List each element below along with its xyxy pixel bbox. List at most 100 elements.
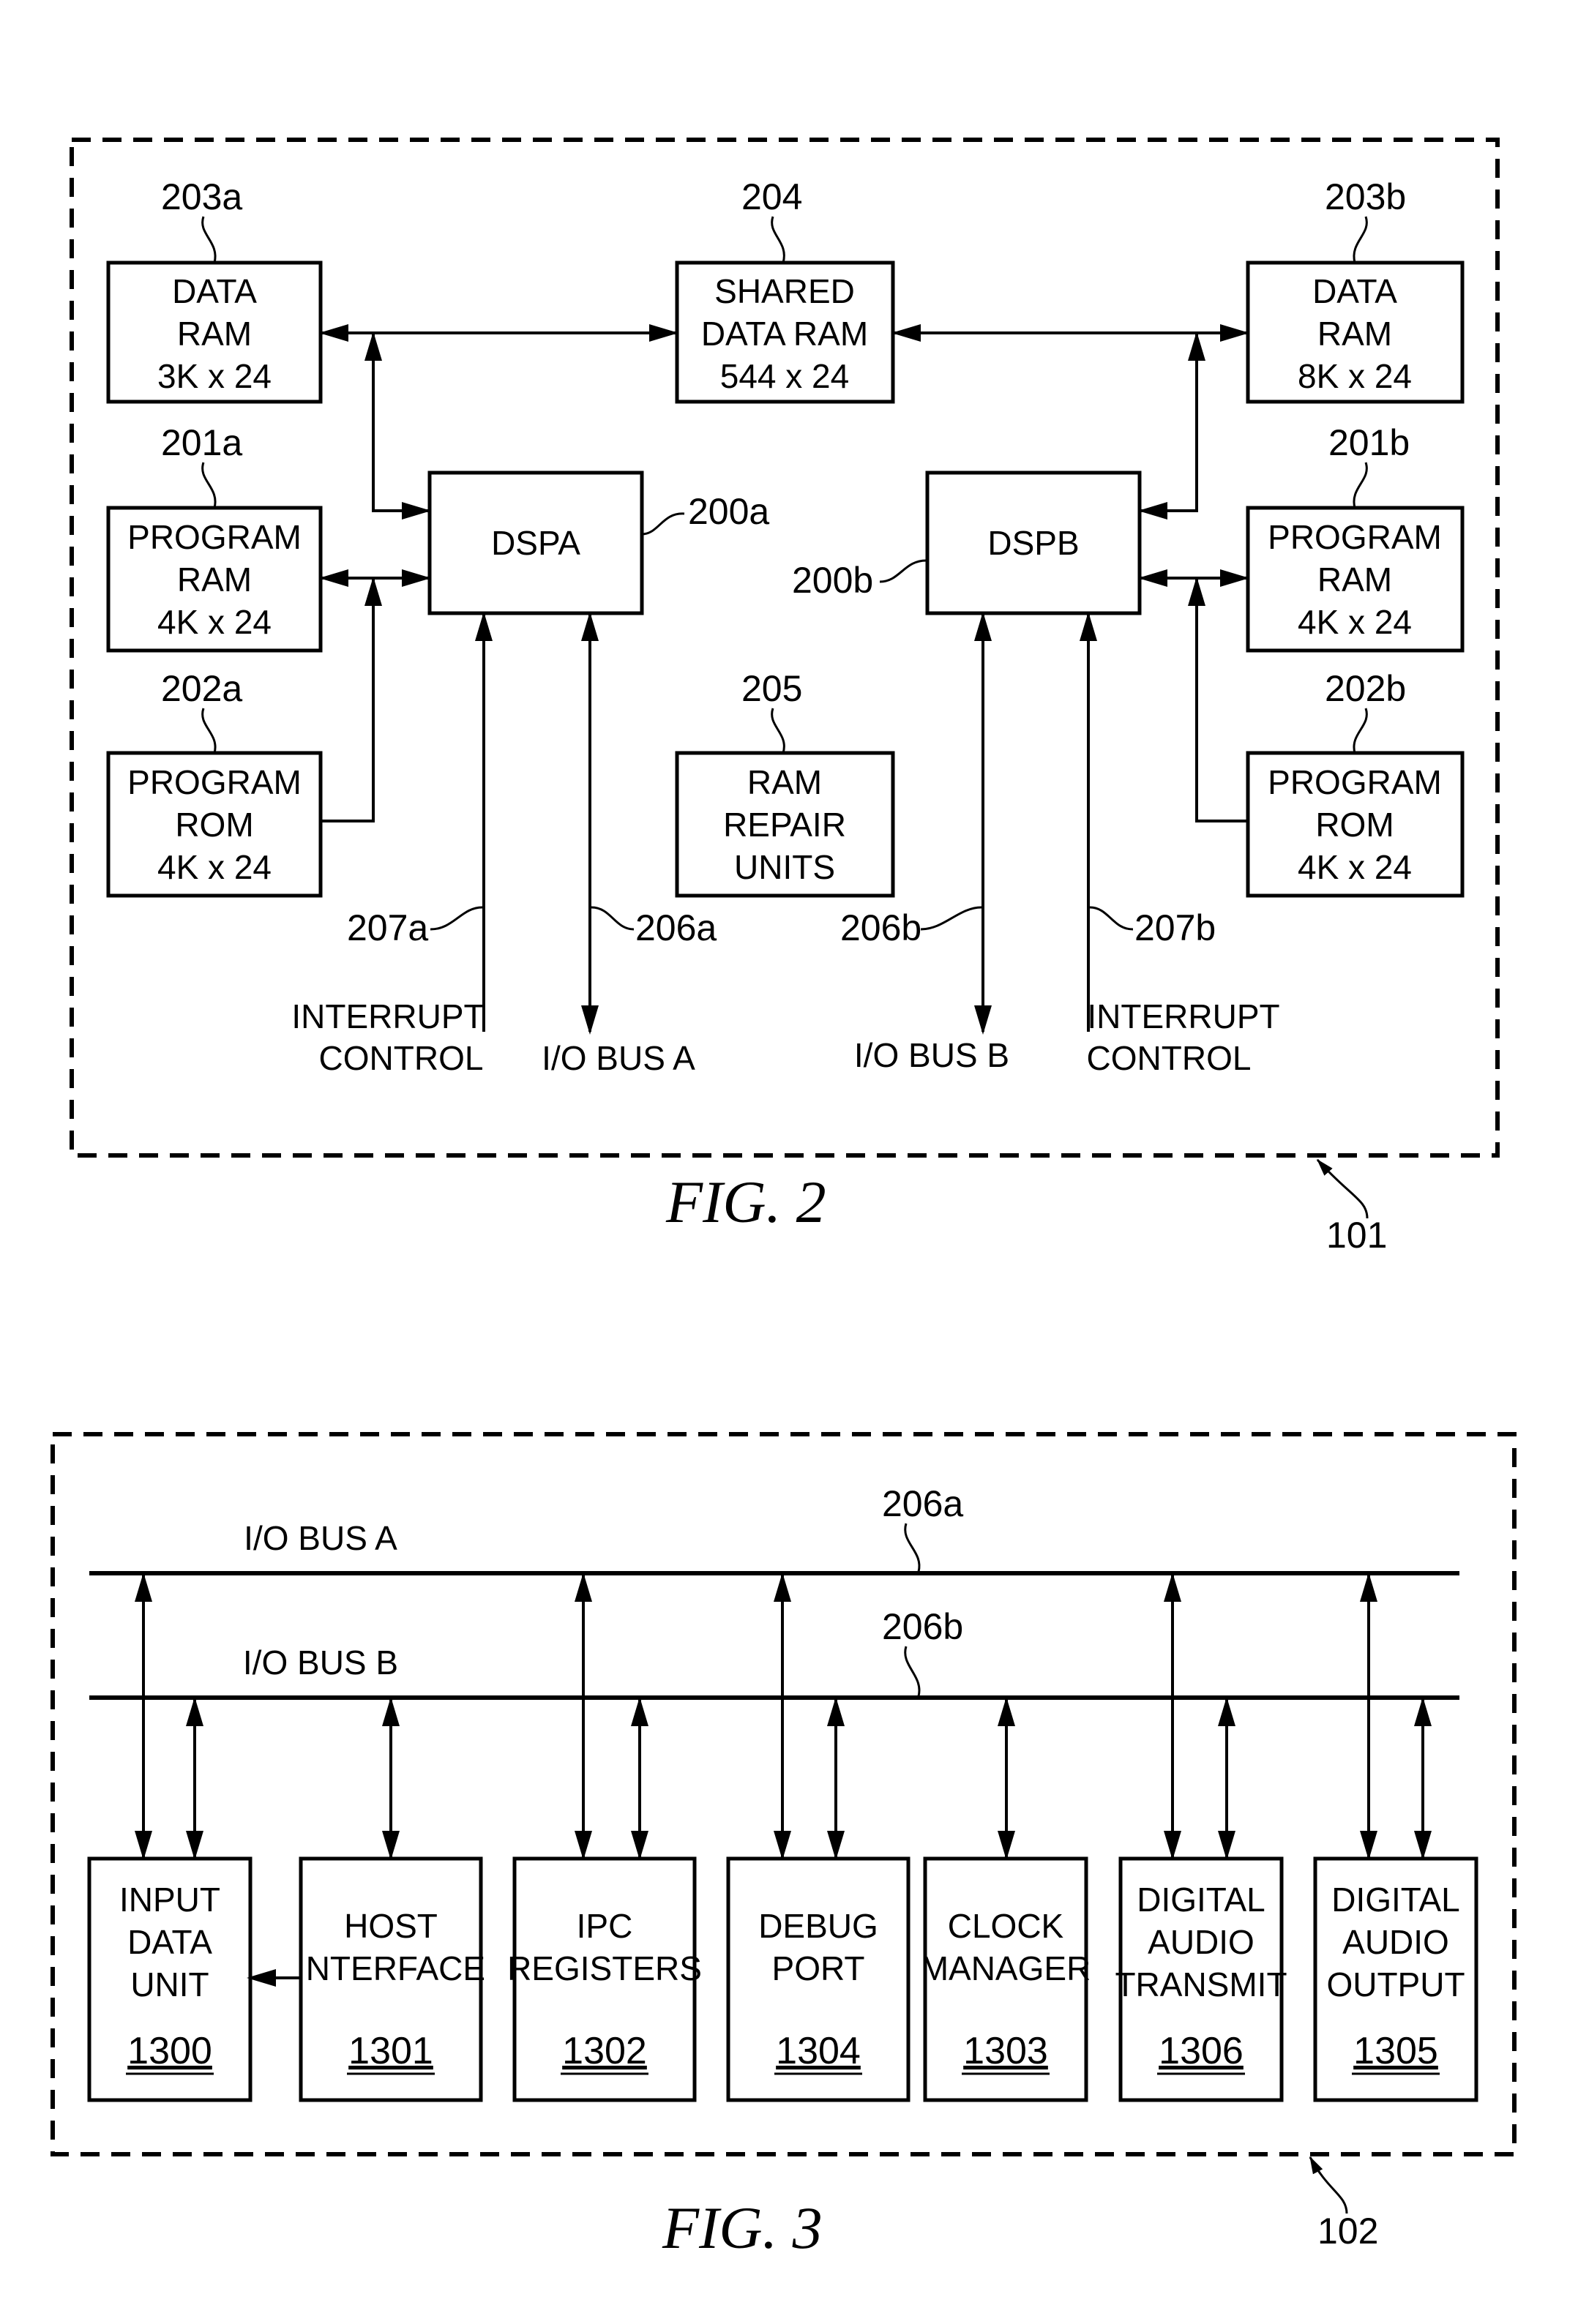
block-program-ram-a: PROGRAM RAM 4K x 24 201a bbox=[106, 422, 323, 653]
ref-label: 201a bbox=[161, 422, 242, 463]
figure-caption: FIG. 3 bbox=[662, 2194, 823, 2261]
block-line: RAM bbox=[177, 561, 252, 599]
link-dspa-data-bus bbox=[364, 331, 431, 520]
unit-label: DATA bbox=[127, 1923, 212, 1961]
unit-ref-number: 1306 bbox=[1159, 2030, 1244, 2072]
block-shared-data-ram: SHARED DATA RAM 544 x 24 204 bbox=[675, 176, 895, 404]
patent-drawing: DATA RAM 3K x 24 203a SHARED DATA RAM 54… bbox=[51, 138, 1517, 2261]
ref-label: 203b bbox=[1325, 176, 1406, 217]
block-line: ROM bbox=[1315, 806, 1394, 844]
block-line: PROGRAM bbox=[127, 763, 302, 801]
unit-label: INTERFACE bbox=[296, 1949, 485, 1987]
unit-block: DIGITAL AUDIO OUTPUT 1305 bbox=[1313, 1573, 1478, 2102]
block-line: DSPB bbox=[987, 524, 1079, 562]
unit-label: OUTPUT bbox=[1326, 1965, 1465, 2003]
ref-label: 206b bbox=[840, 907, 921, 948]
unit-ref-number: 1303 bbox=[963, 2030, 1048, 2072]
unit-block: IPC REGISTERS 1302 bbox=[507, 1573, 702, 2102]
block-line: 4K x 24 bbox=[157, 603, 272, 641]
unit-label: UNIT bbox=[130, 1965, 209, 2003]
unit-label: CLOCK bbox=[948, 1907, 1064, 1945]
block-line: REPAIR bbox=[723, 806, 846, 844]
link-progrom-a bbox=[322, 577, 382, 822]
unit-label: MANAGER bbox=[921, 1949, 1091, 1987]
block-line: RAM bbox=[747, 763, 822, 801]
fig3: I/O BUS A I/O BUS B 206a 206b INPUT DATA U… bbox=[51, 1432, 1517, 2261]
container-ref: 101 bbox=[1326, 1215, 1387, 1256]
unit-label: AUDIO bbox=[1148, 1923, 1254, 1961]
ref-label: 200b bbox=[792, 560, 873, 601]
ref-label: 206b bbox=[882, 1606, 963, 1647]
ref-label: 201b bbox=[1328, 422, 1410, 463]
block-program-ram-b: PROGRAM RAM 4K x 24 201b bbox=[1246, 422, 1465, 653]
block-line: 4K x 24 bbox=[157, 848, 272, 886]
block-line: UNITS bbox=[734, 848, 835, 886]
block-line: RAM bbox=[177, 315, 252, 353]
unit-label: TRANSMIT bbox=[1115, 1965, 1287, 2003]
block-line: PROGRAM bbox=[1268, 518, 1442, 556]
block-line: DATA bbox=[172, 272, 257, 310]
unit-label: AUDIO bbox=[1342, 1923, 1449, 1961]
block-line: 8K x 24 bbox=[1298, 357, 1412, 395]
ref-label: 203a bbox=[161, 176, 242, 217]
block-ram-repair-units: RAM REPAIR UNITS 205 bbox=[675, 668, 895, 898]
ref-label: 205 bbox=[741, 668, 802, 709]
unit-label: INPUT bbox=[119, 1881, 220, 1919]
block-program-rom-b: PROGRAM ROM 4K x 24 202b bbox=[1246, 668, 1465, 898]
unit-label: PORT bbox=[772, 1949, 865, 1987]
unit-label: DIGITAL bbox=[1137, 1881, 1265, 1919]
block-data-ram-b: DATA RAM 8K x 24 203b bbox=[1246, 176, 1465, 404]
ref-label: 206a bbox=[635, 907, 717, 948]
block-line: 4K x 24 bbox=[1298, 603, 1412, 641]
bus-label: I/O BUS A bbox=[244, 1519, 397, 1557]
signal-label: INTERRUPT bbox=[1087, 997, 1279, 1035]
block-line: SHARED bbox=[714, 272, 855, 310]
block-line: DATA bbox=[1312, 272, 1397, 310]
block-line: PROGRAM bbox=[1268, 763, 1442, 801]
ref-label: 206a bbox=[882, 1483, 963, 1524]
signal-label: I/O BUS B bbox=[854, 1036, 1009, 1074]
bus-label: I/O BUS B bbox=[243, 1643, 398, 1682]
ref-label: 200a bbox=[688, 491, 769, 532]
unit-block: HOST INTERFACE 1301 bbox=[296, 1697, 485, 2102]
container-ref: 102 bbox=[1317, 2211, 1378, 2252]
block-dspa: DSPA 200a bbox=[427, 471, 769, 615]
ref-label: 202b bbox=[1325, 668, 1406, 709]
unit-label: IPC bbox=[577, 1907, 633, 1945]
block-line: 3K x 24 bbox=[157, 357, 272, 395]
link-progrom-b bbox=[1188, 577, 1246, 822]
block-line: 4K x 24 bbox=[1298, 848, 1412, 886]
fig2: DATA RAM 3K x 24 203a SHARED DATA RAM 54… bbox=[70, 138, 1500, 1256]
block-line: DATA RAM bbox=[701, 315, 868, 353]
block-program-rom-a: PROGRAM ROM 4K x 24 202a bbox=[106, 668, 323, 898]
unit-ref-number: 1301 bbox=[348, 2030, 433, 2072]
signal-label: CONTROL bbox=[1087, 1039, 1252, 1077]
block-line: PROGRAM bbox=[127, 518, 302, 556]
unit-ref-number: 1305 bbox=[1353, 2030, 1438, 2072]
unit-ref-number: 1304 bbox=[776, 2030, 861, 2072]
unit-ref-number: 1302 bbox=[562, 2030, 647, 2072]
unit-ref-number: 1300 bbox=[127, 2030, 212, 2072]
block-line: DSPA bbox=[491, 524, 580, 562]
unit-label: DIGITAL bbox=[1331, 1881, 1460, 1919]
ref-label: 202a bbox=[161, 668, 242, 709]
unit-block: INPUT DATA UNIT 1300 bbox=[87, 1573, 253, 2102]
unit-block: DIGITAL AUDIO TRANSMIT 1306 bbox=[1115, 1573, 1287, 2102]
unit-label: REGISTERS bbox=[507, 1949, 702, 1987]
block-line: 544 x 24 bbox=[720, 357, 849, 395]
ref-label: 204 bbox=[741, 176, 802, 217]
figure-caption: FIG. 2 bbox=[665, 1169, 826, 1235]
block-line: RAM bbox=[1317, 561, 1392, 599]
block-line: ROM bbox=[175, 806, 253, 844]
signal-label: INTERRUPT bbox=[291, 997, 484, 1035]
block-line: RAM bbox=[1317, 315, 1392, 353]
ref-label: 207a bbox=[347, 907, 428, 948]
unit-label: HOST bbox=[344, 1907, 438, 1945]
signal-label: CONTROL bbox=[319, 1039, 484, 1077]
signal-label: I/O BUS A bbox=[542, 1039, 695, 1077]
link-dspb-data-bus bbox=[1138, 331, 1205, 520]
unit-block: CLOCK MANAGER 1303 bbox=[921, 1697, 1091, 2102]
ref-label: 207b bbox=[1134, 907, 1216, 948]
unit-block: DEBUG PORT 1304 bbox=[726, 1573, 910, 2102]
block-data-ram-a: DATA RAM 3K x 24 203a bbox=[106, 176, 323, 404]
